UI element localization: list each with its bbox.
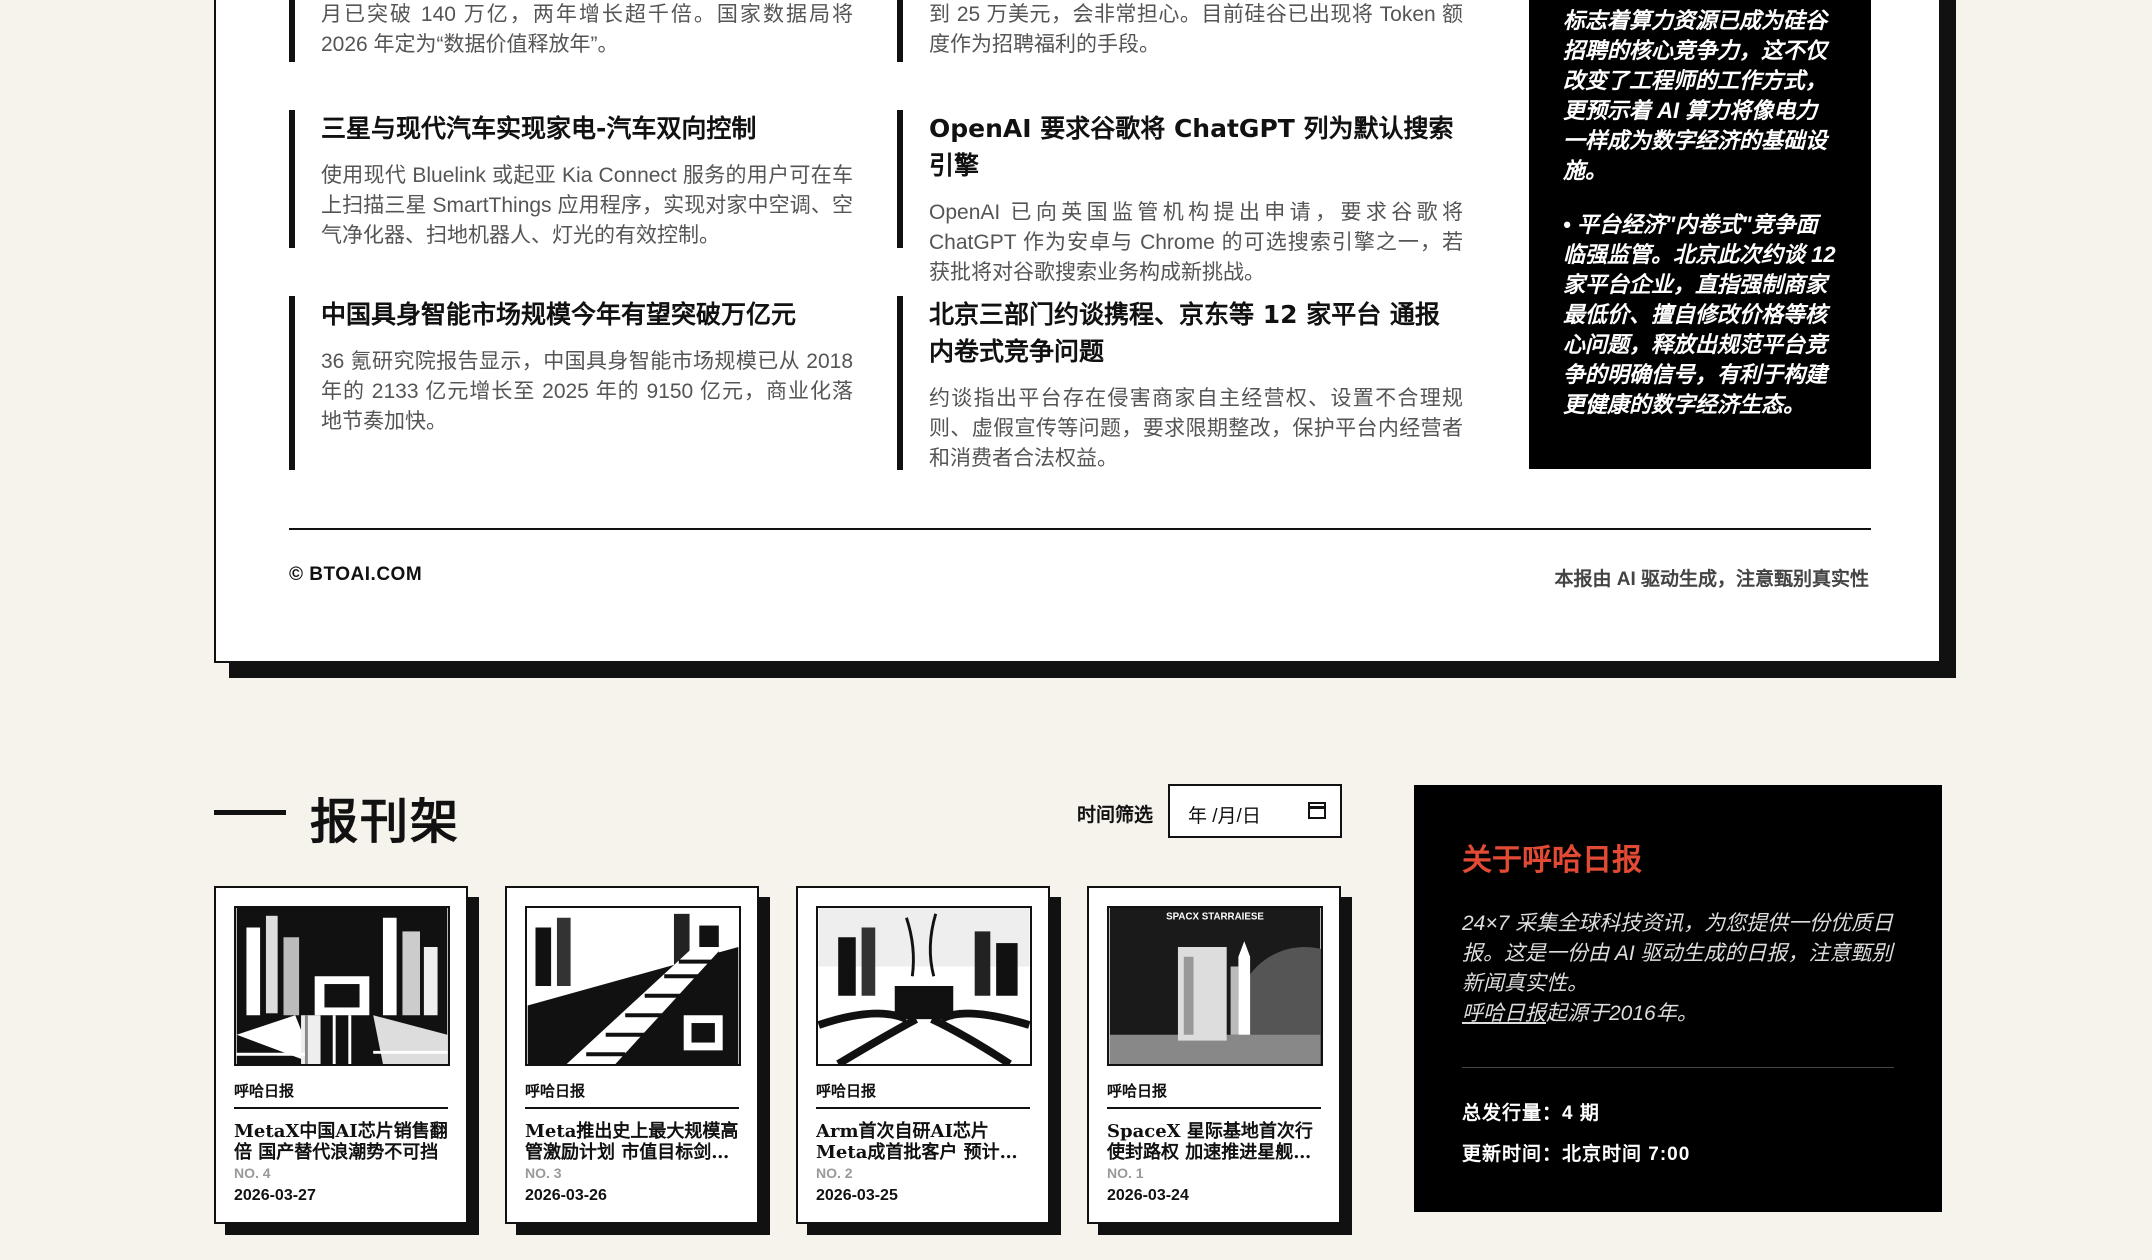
issue-number: NO. 4	[234, 1165, 271, 1181]
cover-illustration-staircase-city	[527, 908, 739, 1064]
issue-card[interactable]: 呼哈日报 MetaX中国AI芯片销售翻倍 国产替代浪潮势不可挡 NO. 4 20…	[214, 886, 468, 1224]
issue-number: NO. 3	[525, 1165, 562, 1181]
commentary-para: 标志着算力资源已成为硅谷招聘的核心竞争力，这不仅改变了工程师的工作方式，更预示着…	[1563, 8, 1828, 183]
section-title: 报刊架	[310, 794, 461, 850]
issue-date: 2026-03-27	[234, 1187, 316, 1204]
news-item-continued-mid: 到 25 万美元，会非常担心。目前硅谷已出现将 Token 额度作为招聘福利的手…	[897, 0, 1463, 62]
footer-divider	[289, 528, 1871, 530]
news-body: 月已突破 140 万亿，两年增长超千倍。国家数据局将 2026 年定为“数据价值…	[321, 3, 853, 56]
calendar-icon[interactable]	[1308, 802, 1326, 819]
editor-commentary-box: 标志着算力资源已成为硅谷招聘的核心竞争力，这不仅改变了工程师的工作方式，更预示着…	[1529, 0, 1871, 469]
issue-date: 2026-03-26	[525, 1187, 607, 1204]
issue-cover-image[interactable]	[234, 906, 450, 1066]
news-title[interactable]: 中国具身智能市场规模今年有望突破万亿元	[321, 296, 853, 333]
about-brand-link[interactable]: 呼哈日报	[1462, 1002, 1546, 1025]
news-body: 约谈指出平台存在侵害商家自主经营权、设置不合理规则、虚假宣传等问题，要求限期整改…	[929, 387, 1463, 470]
news-title[interactable]: 北京三部门约谈携程、京东等 12 家平台 通报内卷式竞争问题	[929, 296, 1463, 370]
total-issues: 总发行量：4 期	[1462, 1103, 1600, 1124]
news-item[interactable]: 北京三部门约谈携程、京东等 12 家平台 通报内卷式竞争问题 约谈指出平台存在侵…	[897, 296, 1463, 470]
news-body: 到 25 万美元，会非常担心。目前硅谷已出现将 Token 额度作为招聘福利的手…	[929, 3, 1463, 56]
issue-card[interactable]: 呼哈日报 Meta推出史上最大规模高管激励计划 市值目标剑指… NO. 3 20…	[505, 886, 759, 1224]
issue-cover-image[interactable]	[525, 906, 741, 1066]
date-filter-label: 时间筛选	[1077, 805, 1154, 826]
issue-publisher: 呼哈日报	[525, 1080, 739, 1109]
issue-publisher: 呼哈日报	[816, 1080, 1030, 1109]
newspaper-sheet: 月已突破 140 万亿，两年增长超千倍。国家数据局将 2026 年定为“数据价值…	[214, 0, 1941, 663]
issue-title[interactable]: Meta推出史上最大规模高管激励计划 市值目标剑指…	[525, 1121, 739, 1163]
issue-publisher: 呼哈日报	[1107, 1080, 1321, 1109]
issue-title[interactable]: Arm首次自研AI芯片 Meta成首批客户 预计5…	[816, 1121, 1030, 1163]
issue-number: NO. 1	[1107, 1165, 1144, 1181]
issue-date: 2026-03-25	[816, 1187, 898, 1204]
issue-date: 2026-03-24	[1107, 1187, 1189, 1204]
commentary-para: • 平台经济"内卷式"竞争面临强监管。北京此次约谈 12 家平台企业，直指强制商…	[1563, 212, 1836, 417]
cover-illustration-rocket-base: SPACX STARRAIESE	[1109, 908, 1321, 1064]
cover-sign-text: SPACX STARRAIESE	[1166, 912, 1264, 923]
news-item[interactable]: 三星与现代汽车实现家电-汽车双向控制 使用现代 Bluelink 或起亚 Kia…	[289, 110, 853, 248]
issue-title[interactable]: SpaceX 星际基地首次行使封路权 加速推进星舰…	[1107, 1121, 1321, 1163]
issue-title[interactable]: MetaX中国AI芯片销售翻倍 国产替代浪潮势不可挡	[234, 1121, 448, 1163]
about-panel: 关于呼哈日报 24×7 采集全球科技资讯，为您提供一份优质日报。这是一份由 AI…	[1414, 785, 1942, 1212]
about-since-text: 起源于2016年。	[1546, 1002, 1698, 1025]
news-body: 使用现代 Bluelink 或起亚 Kia Connect 服务的用户可在车上扫…	[321, 164, 853, 247]
news-title[interactable]: OpenAI 要求谷歌将 ChatGPT 列为默认搜索引擎	[929, 110, 1463, 184]
issue-card[interactable]: SPACX STARRAIESE 呼哈日报 SpaceX 星际基地首次行使封路权…	[1087, 886, 1341, 1224]
issue-cover-image[interactable]	[816, 906, 1032, 1066]
date-placeholder: 年 /月/日	[1188, 806, 1261, 827]
about-title: 关于呼哈日报	[1462, 843, 1642, 878]
news-item-continued-left: 月已突破 140 万亿，两年增长超千倍。国家数据局将 2026 年定为“数据价值…	[289, 0, 853, 62]
about-desc-text: 24×7 采集全球科技资讯，为您提供一份优质日报。这是一份由 AI 驱动生成的日…	[1462, 912, 1894, 995]
news-item[interactable]: OpenAI 要求谷歌将 ChatGPT 列为默认搜索引擎 OpenAI 已向英…	[897, 110, 1463, 284]
news-title[interactable]: 三星与现代汽车实现家电-汽车双向控制	[321, 110, 853, 147]
about-divider	[1462, 1067, 1894, 1068]
news-body: 36 氪研究院报告显示，中国具身智能市场规模已从 2018 年的 2133 亿元…	[321, 350, 853, 433]
cover-illustration-chip-city	[236, 908, 448, 1064]
news-item[interactable]: 中国具身智能市场规模今年有望突破万亿元 36 氪研究院报告显示，中国具身智能市场…	[289, 296, 853, 470]
issue-publisher: 呼哈日报	[234, 1080, 448, 1109]
ai-disclaimer: 本报由 AI 驱动生成，注意甄别真实性	[1554, 569, 1869, 590]
update-time: 更新时间：北京时间 7:00	[1462, 1144, 1691, 1165]
about-description: 24×7 采集全球科技资讯，为您提供一份优质日报。这是一份由 AI 驱动生成的日…	[1462, 909, 1894, 1029]
copyright: © BTOAI.COM	[289, 564, 423, 585]
issue-cover-image[interactable]: SPACX STARRAIESE	[1107, 906, 1323, 1066]
issue-number: NO. 2	[816, 1165, 853, 1181]
issue-card[interactable]: 呼哈日报 Arm首次自研AI芯片 Meta成首批客户 预计5… NO. 2 20…	[796, 886, 1050, 1224]
section-bar-decoration	[214, 810, 286, 815]
news-body: OpenAI 已向英国监管机构提出申请，要求谷歌将 ChatGPT 作为安卓与 …	[929, 201, 1463, 284]
cover-illustration-chip-circuits	[818, 908, 1030, 1064]
date-filter-input[interactable]: 年 /月/日	[1168, 784, 1342, 838]
